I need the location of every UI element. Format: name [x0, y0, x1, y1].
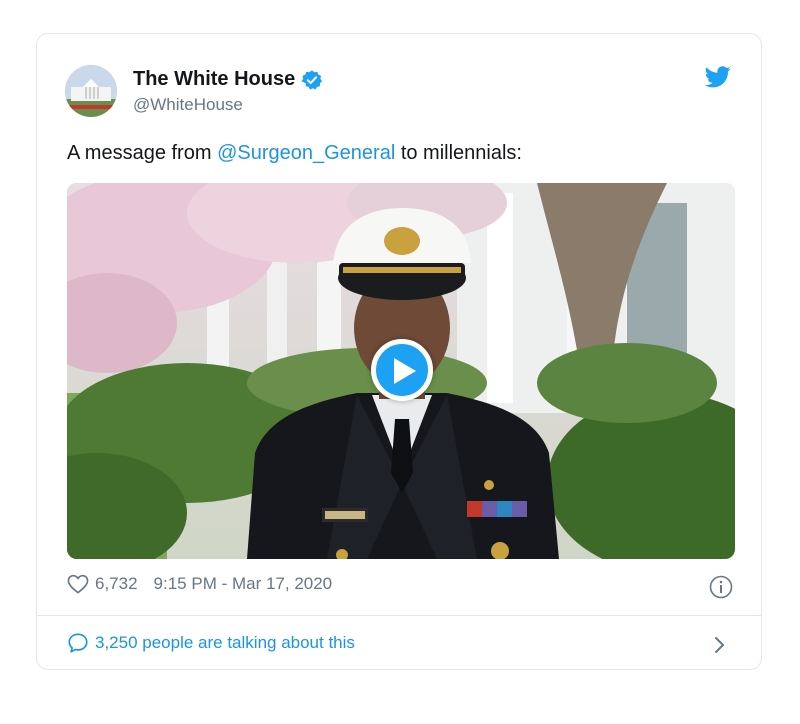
play-icon — [394, 358, 416, 384]
heart-icon[interactable] — [67, 574, 89, 594]
tweet-text: A message from @Surgeon_General to mille… — [67, 140, 522, 166]
user-handle[interactable]: @WhiteHouse — [133, 95, 243, 115]
mention-link[interactable]: @Surgeon_General — [217, 142, 395, 164]
author-name-row[interactable]: The White House — [133, 68, 323, 91]
display-name[interactable]: The White House — [133, 68, 295, 91]
tweet-card[interactable]: The White House @WhiteHouse A message fr… — [36, 33, 762, 670]
conversation-link[interactable]: 3,250 people are talking about this — [67, 632, 355, 654]
speech-bubble-icon — [68, 633, 88, 653]
divider — [37, 615, 761, 616]
avatar[interactable] — [65, 65, 117, 117]
conversation-count-text[interactable]: 3,250 people are talking about this — [95, 633, 355, 653]
tweet-meta: 6,732 9:15 PM - Mar 17, 2020 — [67, 574, 332, 594]
tweet-text-before: A message from — [67, 142, 218, 164]
info-icon[interactable] — [709, 575, 733, 599]
like-count[interactable]: 6,732 — [95, 574, 138, 594]
video-player[interactable] — [67, 183, 735, 559]
timestamp[interactable]: 9:15 PM - Mar 17, 2020 — [154, 574, 333, 594]
play-button[interactable] — [371, 339, 433, 401]
verified-badge-icon — [301, 69, 323, 89]
white-house-avatar-image — [65, 65, 117, 117]
tweet-text-after: to millennials: — [395, 142, 522, 164]
twitter-bird-icon[interactable] — [705, 66, 731, 88]
chevron-right-icon[interactable] — [713, 635, 727, 655]
